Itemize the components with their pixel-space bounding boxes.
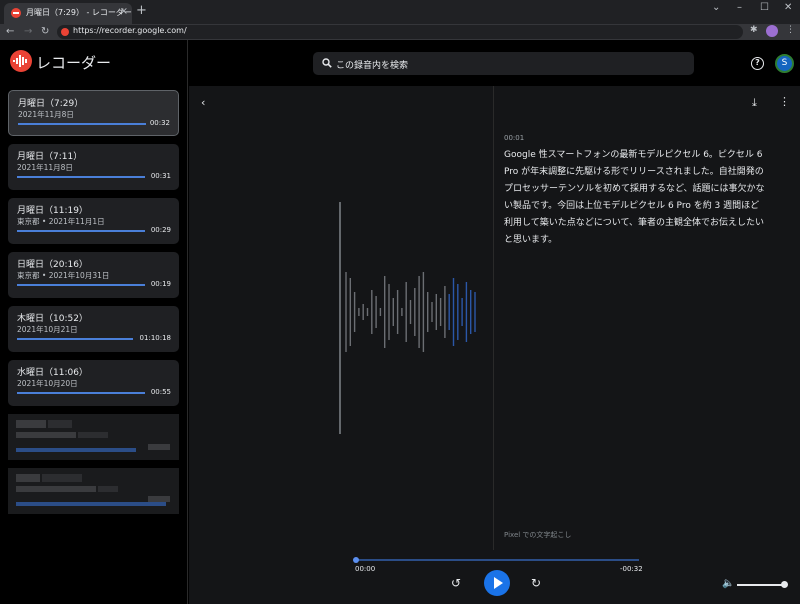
top-bar: この録音内を検索 ? S bbox=[189, 40, 800, 86]
recording-item[interactable]: 水曜日（11:06） 2021年10月20日 00:55 bbox=[8, 360, 179, 406]
volume-slider[interactable] bbox=[737, 584, 785, 586]
current-time: 00:00 bbox=[355, 565, 376, 573]
search-icon bbox=[322, 58, 332, 68]
site-icon bbox=[61, 28, 69, 36]
seek-bar[interactable] bbox=[355, 559, 639, 561]
url-text: https://recorder.google.com/ bbox=[73, 26, 187, 35]
recording-duration: 00:31 bbox=[150, 172, 171, 180]
rewind-icon[interactable]: ↺ bbox=[451, 576, 461, 590]
help-icon[interactable]: ? bbox=[751, 57, 764, 70]
browser-tab[interactable]: 月曜日（7:29） - レコーダー × bbox=[4, 3, 132, 24]
tab-search-icon[interactable]: ⌄ bbox=[712, 2, 720, 13]
recording-item[interactable]: 日曜日（20:16） 東京都 • 2021年10月31日 00:19 bbox=[8, 252, 179, 298]
recording-title: 木曜日（10:52） bbox=[17, 314, 88, 324]
recording-duration: 00:32 bbox=[149, 119, 170, 127]
browser-profile-avatar[interactable] bbox=[766, 25, 778, 37]
play-button[interactable] bbox=[484, 570, 510, 596]
browser-tab-bar: 月曜日（7:29） - レコーダー × + ⌄ – ☐ ✕ bbox=[0, 0, 800, 24]
recording-progress bbox=[17, 284, 145, 286]
brand-name: レコーダー bbox=[36, 54, 112, 72]
seek-thumb[interactable] bbox=[353, 557, 359, 563]
recording-title: 月曜日（7:29） bbox=[18, 99, 84, 109]
waveform bbox=[339, 202, 476, 434]
extensions-icon[interactable]: ✱ bbox=[750, 25, 758, 35]
forward-button[interactable]: → bbox=[24, 25, 32, 39]
recording-date: 東京都 • 2021年11月1日 bbox=[17, 217, 105, 226]
recording-date: 2021年11月8日 bbox=[18, 110, 74, 119]
tab-close-icon[interactable]: × bbox=[120, 6, 128, 18]
reload-button[interactable]: ↻ bbox=[41, 25, 49, 39]
transcription-credit: Pixel での文字起こし bbox=[504, 531, 572, 539]
recording-duration: 00:29 bbox=[150, 226, 171, 234]
recording-title: 月曜日（11:19） bbox=[17, 206, 88, 216]
recording-title: 月曜日（7:11） bbox=[17, 152, 83, 162]
waveform-panel: ‹ bbox=[189, 86, 493, 589]
recording-progress bbox=[17, 230, 145, 232]
address-bar: ← → ↻ https://recorder.google.com/ ✱ ⋮ bbox=[0, 24, 800, 40]
recording-detail: この録音内を検索 ? S ‹ ⤓ ⋮ 00:01 Google 性スマートフォン… bbox=[189, 40, 800, 604]
recorder-favicon-icon bbox=[11, 8, 21, 18]
tab-title: 月曜日（7:29） - レコーダー bbox=[26, 8, 132, 17]
recording-title: 日曜日（20:16） bbox=[17, 260, 88, 270]
volume-thumb[interactable] bbox=[781, 581, 788, 588]
transcript-search-input[interactable]: この録音内を検索 bbox=[313, 52, 694, 75]
url-field[interactable]: https://recorder.google.com/ bbox=[57, 25, 743, 39]
recording-date: 2021年11月8日 bbox=[17, 163, 73, 172]
close-window-button[interactable]: ✕ bbox=[784, 2, 792, 13]
transcript-panel: ⤓ ⋮ 00:01 Google 性スマートフォンの最新モデルピクセル 6。ピク… bbox=[494, 86, 800, 550]
transcript-text: Google 性スマートフォンの最新モデルピクセル 6。ピクセル 6 Pro が… bbox=[504, 150, 765, 245]
recording-date: 2021年10月21日 bbox=[17, 325, 78, 334]
recording-duration: 00:19 bbox=[150, 280, 171, 288]
recording-duration: 00:55 bbox=[150, 388, 171, 396]
recording-progress bbox=[17, 392, 145, 394]
redacted-recording-item[interactable] bbox=[8, 414, 179, 460]
fast-forward-icon[interactable]: ↻ bbox=[531, 576, 541, 590]
recording-progress bbox=[17, 176, 145, 178]
recording-date: 2021年10月20日 bbox=[17, 379, 78, 388]
minimize-button[interactable]: – bbox=[737, 2, 742, 13]
recording-duration: 01:10:18 bbox=[139, 334, 171, 342]
redacted-recording-item[interactable] bbox=[8, 468, 179, 514]
recording-item[interactable]: 月曜日（7:11） 2021年11月8日 00:31 bbox=[8, 144, 179, 190]
volume-icon[interactable]: 🔈 bbox=[722, 578, 734, 589]
recording-item[interactable]: 木曜日（10:52） 2021年10月21日 01:10:18 bbox=[8, 306, 179, 352]
recording-title: 水曜日（11:06） bbox=[17, 368, 88, 378]
download-icon[interactable]: ⤓ bbox=[752, 96, 757, 110]
back-button[interactable]: ← bbox=[6, 25, 14, 39]
recording-date: 東京都 • 2021年10月31日 bbox=[17, 271, 110, 280]
transcript-timestamp: 00:01 bbox=[504, 134, 525, 142]
recording-item[interactable]: 月曜日（11:19） 東京都 • 2021年11月1日 00:29 bbox=[8, 198, 179, 244]
account-avatar[interactable]: S bbox=[775, 54, 794, 73]
recordings-sidebar: レコーダー 月曜日（7:29） 2021年11月8日 00:32 月曜日（7:1… bbox=[0, 40, 188, 604]
remaining-time: -00:32 bbox=[620, 565, 643, 573]
new-tab-button[interactable]: + bbox=[136, 4, 147, 18]
recorder-logo-icon bbox=[10, 50, 32, 72]
recording-progress bbox=[18, 123, 146, 125]
maximize-button[interactable]: ☐ bbox=[760, 2, 769, 13]
browser-menu-icon[interactable]: ⋮ bbox=[786, 25, 795, 35]
recording-progress bbox=[17, 338, 133, 340]
search-placeholder: この録音内を検索 bbox=[336, 61, 409, 71]
recording-item[interactable]: 月曜日（7:29） 2021年11月8日 00:32 bbox=[8, 90, 179, 136]
more-options-icon[interactable]: ⋮ bbox=[779, 95, 790, 108]
playback-controls: 00:00 -00:32 ↺ ↻ 🔈 bbox=[189, 550, 800, 604]
